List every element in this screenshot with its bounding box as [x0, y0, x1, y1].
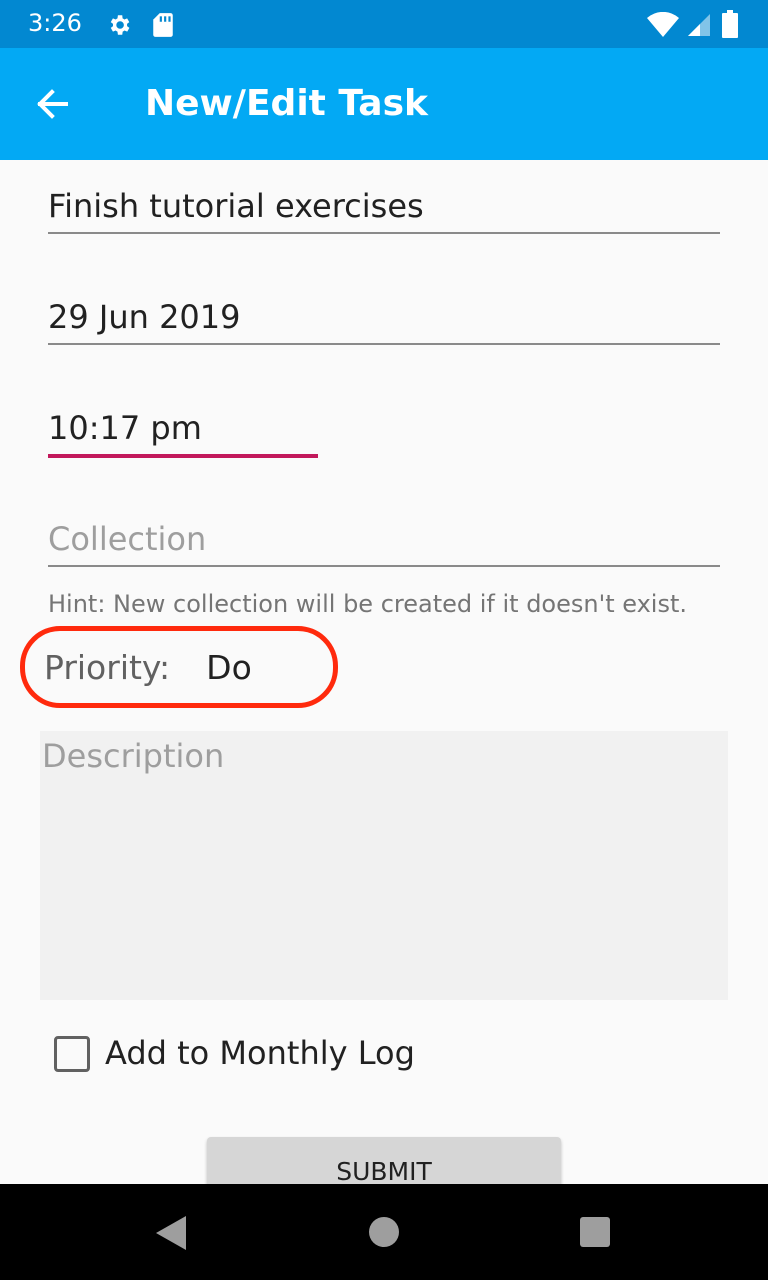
- time-field[interactable]: 10:17 pm: [48, 408, 318, 460]
- description-placeholder: Description: [42, 737, 225, 775]
- system-nav-bar: [0, 1184, 768, 1280]
- time-focus-underline: [48, 454, 318, 458]
- nav-recents-icon[interactable]: [580, 1217, 610, 1247]
- collection-placeholder: Collection: [48, 520, 207, 558]
- collection-hint: Hint: New collection will be created if …: [48, 590, 687, 618]
- back-arrow-icon[interactable]: [32, 84, 72, 124]
- priority-selector[interactable]: Priority: Do: [44, 648, 252, 687]
- status-bar: 3:26: [0, 0, 768, 48]
- collection-field[interactable]: Collection: [48, 519, 720, 569]
- date-value: 29 Jun 2019: [48, 298, 241, 336]
- battery-icon: [722, 10, 738, 38]
- date-underline: [48, 343, 720, 345]
- task-title-field[interactable]: Finish tutorial exercises: [48, 186, 720, 236]
- nav-back-icon[interactable]: [156, 1216, 186, 1250]
- monthly-log-checkbox[interactable]: [54, 1036, 90, 1072]
- task-title-value: Finish tutorial exercises: [48, 187, 424, 225]
- sd-card-icon: [153, 13, 173, 37]
- priority-value[interactable]: Do: [206, 648, 252, 687]
- status-time: 3:26: [28, 9, 82, 37]
- task-title-underline: [48, 232, 720, 234]
- app-bar: New/Edit Task: [0, 48, 768, 160]
- monthly-log-label: Add to Monthly Log: [105, 1034, 415, 1072]
- nav-home-icon[interactable]: [369, 1217, 399, 1247]
- wifi-icon: [647, 12, 679, 37]
- date-field[interactable]: 29 Jun 2019: [48, 297, 720, 347]
- page-title: New/Edit Task: [145, 83, 428, 124]
- settings-gear-icon: [110, 15, 130, 35]
- cell-signal-icon: [688, 14, 710, 36]
- time-value: 10:17 pm: [48, 409, 202, 447]
- description-input[interactable]: Description: [40, 731, 728, 1000]
- collection-underline: [48, 565, 720, 567]
- priority-label: Priority:: [44, 648, 171, 687]
